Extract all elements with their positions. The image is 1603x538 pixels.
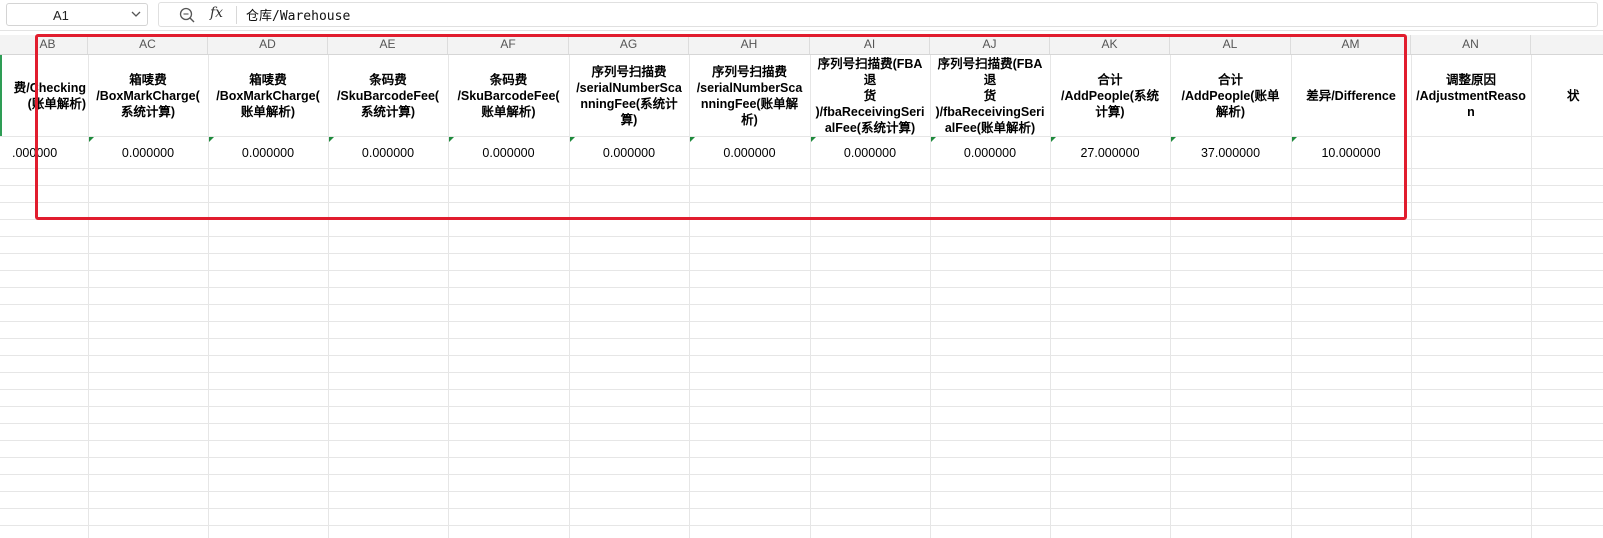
- number-as-text-marker: [449, 137, 454, 142]
- column-header[interactable]: AM: [1291, 35, 1411, 54]
- column-header[interactable]: AH: [689, 35, 810, 54]
- number-as-text-marker: [1292, 137, 1297, 142]
- name-box-value: A1: [53, 8, 69, 23]
- divider: [236, 6, 237, 24]
- row-gridline: [0, 168, 1603, 169]
- value-cell[interactable]: .000000: [8, 137, 88, 168]
- number-as-text-marker: [931, 137, 936, 142]
- column-header[interactable]: AC: [88, 35, 208, 54]
- header-cell[interactable]: 差异/Difference: [1291, 55, 1411, 136]
- formula-bar: A1 fx 仓库/Warehouse: [0, 0, 1603, 31]
- value-cell[interactable]: 0.000000: [689, 137, 810, 168]
- column-header[interactable]: AI: [810, 35, 930, 54]
- column-header[interactable]: AL: [1170, 35, 1291, 54]
- column-header[interactable]: AE: [328, 35, 448, 54]
- value-cell[interactable]: 0.000000: [569, 137, 689, 168]
- name-box[interactable]: A1: [6, 3, 148, 26]
- value-cell[interactable]: 0.000000: [930, 137, 1050, 168]
- row-gridline: [0, 287, 1603, 288]
- column-header[interactable]: AB: [8, 35, 88, 54]
- chevron-down-icon[interactable]: [131, 9, 141, 19]
- number-as-text-marker: [209, 137, 214, 142]
- row-gridline: [0, 219, 1603, 220]
- value-cell[interactable]: [1531, 137, 1603, 168]
- row-gridline: [0, 253, 1603, 254]
- row-gridline: [0, 372, 1603, 373]
- number-as-text-marker: [89, 137, 94, 142]
- row-gridline: [0, 185, 1603, 186]
- formula-input-frame: [158, 2, 1598, 27]
- row-gridline: [0, 457, 1603, 458]
- column-header[interactable]: AJ: [930, 35, 1050, 54]
- header-cell[interactable]: 条码费 /SkuBarcodeFee( 系统计算): [328, 55, 448, 136]
- number-as-text-marker: [690, 137, 695, 142]
- sheet-grid: 费/Checking (账单解析) 箱唛费 /BoxMarkCharge( 系统计…: [0, 55, 1603, 538]
- value-cell[interactable]: 0.000000: [448, 137, 569, 168]
- row-gridline: [0, 304, 1603, 305]
- header-cell[interactable]: 费/Checking (账单解析): [8, 55, 88, 136]
- row-gridline: [0, 338, 1603, 339]
- selection-edge: [0, 55, 2, 137]
- formula-input[interactable]: 仓库/Warehouse: [246, 5, 350, 24]
- column-header[interactable]: AN: [1411, 35, 1531, 54]
- column-header-row: AB AC AD AE AF AG AH AI AJ AK AL AM AN: [0, 35, 1603, 55]
- zoom-search-icon[interactable]: [178, 6, 196, 24]
- row-gridline: [0, 423, 1603, 424]
- header-cell[interactable]: 序列号扫描费(FBA 退 货 )/fbaReceivingSeri alFee(…: [810, 55, 930, 136]
- header-cell[interactable]: 状: [1531, 55, 1603, 136]
- value-cell[interactable]: 37.000000: [1170, 137, 1291, 168]
- row-gridline: [0, 389, 1603, 390]
- column-header[interactable]: AF: [448, 35, 569, 54]
- header-cell[interactable]: 序列号扫描费 /serialNumberSca nningFee(系统计 算): [569, 55, 689, 136]
- column-header[interactable]: AD: [208, 35, 328, 54]
- header-cell[interactable]: 序列号扫描费(FBA 退 货 )/fbaReceivingSeri alFee(…: [930, 55, 1050, 136]
- number-as-text-marker: [570, 137, 575, 142]
- function-icon[interactable]: fx: [210, 5, 223, 21]
- number-as-text-marker: [329, 137, 334, 142]
- header-cell[interactable]: 序列号扫描费 /serialNumberSca nningFee(账单解 析): [689, 55, 810, 136]
- column-header[interactable]: AK: [1050, 35, 1170, 54]
- value-cell[interactable]: 0.000000: [88, 137, 208, 168]
- number-as-text-marker: [1171, 137, 1176, 142]
- row-gridline: [0, 440, 1603, 441]
- value-cell[interactable]: [1411, 137, 1531, 168]
- column-header[interactable]: AG: [569, 35, 689, 54]
- row-gridline: [0, 474, 1603, 475]
- header-cell[interactable]: 箱唛费 /BoxMarkCharge( 系统计算): [88, 55, 208, 136]
- header-cell[interactable]: 合计 /AddPeople(系统 计算): [1050, 55, 1170, 136]
- row-gridline: [0, 406, 1603, 407]
- row-gridline: [0, 202, 1603, 203]
- value-cell[interactable]: 0.000000: [328, 137, 448, 168]
- header-cell[interactable]: 合计 /AddPeople(账单 解析): [1170, 55, 1291, 136]
- value-cell[interactable]: 10.000000: [1291, 137, 1411, 168]
- value-cell[interactable]: 0.000000: [810, 137, 930, 168]
- header-cell[interactable]: 条码费 /SkuBarcodeFee( 账单解析): [448, 55, 569, 136]
- row-gridline: [0, 355, 1603, 356]
- value-cell[interactable]: 0.000000: [208, 137, 328, 168]
- row-gridline: [0, 525, 1603, 526]
- row-gridline: [0, 491, 1603, 492]
- row-gridline: [0, 236, 1603, 237]
- row-gridline: [0, 508, 1603, 509]
- header-cell[interactable]: 调整原因 /AdjustmentReaso n: [1411, 55, 1531, 136]
- number-as-text-marker: [811, 137, 816, 142]
- value-cell[interactable]: 27.000000: [1050, 137, 1170, 168]
- number-as-text-marker: [1051, 137, 1056, 142]
- header-cell[interactable]: 箱唛费 /BoxMarkCharge( 账单解析): [208, 55, 328, 136]
- row-gridline: [0, 270, 1603, 271]
- row-gridline: [0, 321, 1603, 322]
